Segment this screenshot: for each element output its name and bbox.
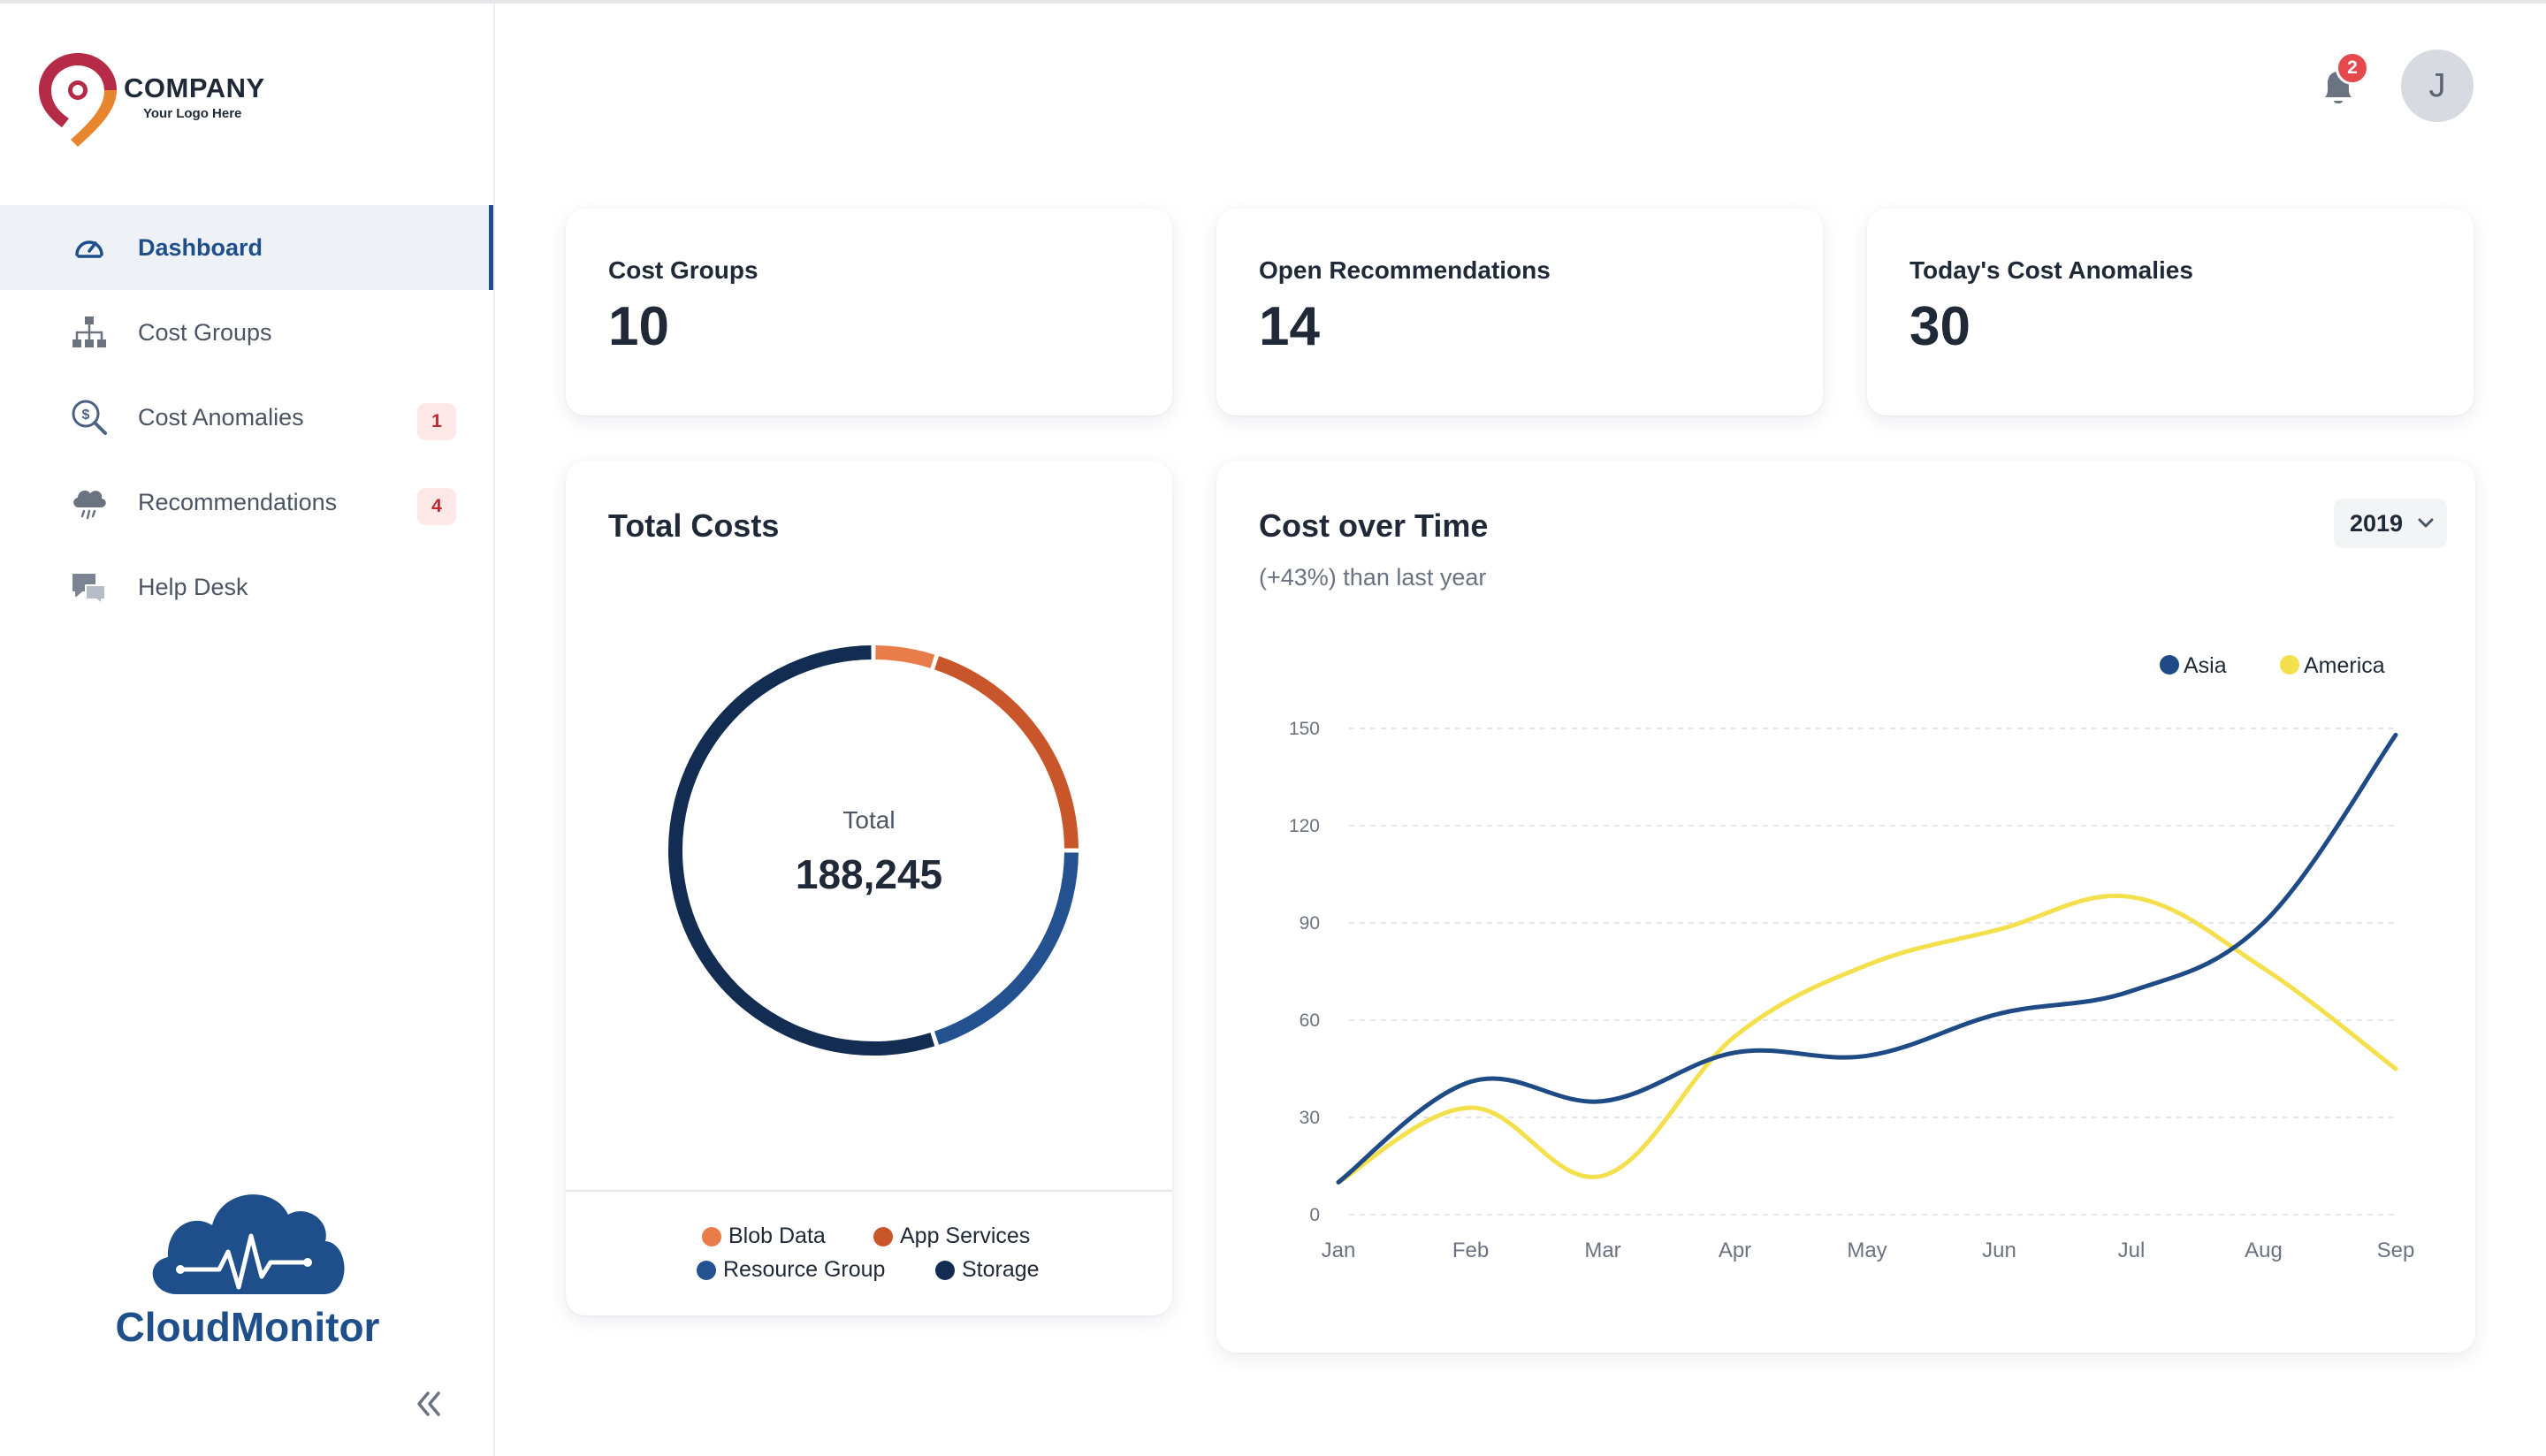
- legend-label: App Services: [900, 1223, 1031, 1248]
- x-tick-label: Sep: [2377, 1239, 2415, 1262]
- sidebar-nav: Dashboard Cost Groups $ Cost Anomalies 1…: [0, 205, 493, 629]
- sidebar-item-cost-anomalies[interactable]: $ Cost Anomalies 1: [0, 375, 493, 460]
- recommendations-count-badge: 4: [417, 488, 456, 525]
- sidebar-item-label: Dashboard: [138, 233, 263, 261]
- legend-item-storage: Storage: [935, 1257, 1040, 1283]
- sidebar-item-cost-groups[interactable]: Cost Groups: [0, 290, 493, 375]
- x-tick-label: Jan: [1322, 1239, 1356, 1262]
- x-tick-label: Mar: [1584, 1239, 1620, 1262]
- y-tick-label: 150: [1289, 719, 1320, 739]
- company-tagline: Your Logo Here: [143, 106, 242, 121]
- y-tick-label: 30: [1300, 1108, 1320, 1128]
- stat-title: Open Recommendations: [1259, 256, 1551, 284]
- stat-title: Cost Groups: [608, 256, 758, 284]
- stat-value: 30: [1910, 296, 1970, 357]
- x-tick-label: Feb: [1452, 1239, 1489, 1262]
- x-tick-label: Jul: [2118, 1239, 2146, 1262]
- sidebar-item-recommendations[interactable]: Recommendations 4: [0, 460, 493, 545]
- pin-logo-icon: [39, 53, 117, 147]
- total-costs-card: Total Costs Total 188,245 Blob Data App …: [566, 461, 1172, 1315]
- svg-text:$: $: [82, 408, 90, 423]
- sidebar-item-dashboard[interactable]: Dashboard: [0, 205, 493, 290]
- sidebar-item-label: Cost Anomalies: [138, 403, 304, 431]
- y-tick-label: 120: [1289, 816, 1320, 836]
- open-recommendations-card[interactable]: Open Recommendations 14: [1216, 209, 1823, 415]
- legend-swatch: [935, 1260, 955, 1280]
- legend-label-america: America: [2304, 653, 2385, 678]
- x-tick-label: Apr: [1719, 1239, 1751, 1262]
- collapse-sidebar-button[interactable]: [408, 1384, 447, 1423]
- legend-item-blob-data: Blob Data: [702, 1223, 826, 1249]
- legend-label-asia: Asia: [2184, 653, 2227, 678]
- cloud-rain-icon: [69, 482, 110, 522]
- hierarchy-icon: [69, 312, 110, 353]
- cloud-pulse-icon: [152, 1194, 345, 1294]
- legend-label: Storage: [962, 1257, 1040, 1282]
- cost-groups-card[interactable]: Cost Groups 10: [566, 209, 1172, 415]
- x-tick-label: Aug: [2245, 1239, 2283, 1262]
- legend-swatch: [2160, 655, 2179, 675]
- y-tick-label: 0: [1309, 1205, 1320, 1225]
- legend-item-app-services: App Services: [873, 1223, 1030, 1249]
- card-title: Total Costs: [608, 507, 780, 544]
- cloudmonitor-logo: CloudMonitor: [88, 1170, 407, 1365]
- dollar-search-icon: $: [69, 397, 110, 438]
- donut-slice-blob-data: [875, 645, 935, 668]
- y-tick-label: 60: [1300, 1010, 1320, 1031]
- divider: [566, 1190, 1172, 1192]
- anomalies-count-badge: 1: [417, 403, 456, 440]
- user-avatar[interactable]: J: [2401, 50, 2474, 122]
- company-logo[interactable]: COMPANY Your Logo Here: [35, 48, 301, 154]
- gauge-icon: [69, 227, 110, 268]
- sidebar: COMPANY Your Logo Here Dashboard Cost Gr…: [0, 4, 495, 1456]
- chat-bubbles-icon: [69, 567, 110, 607]
- company-name: COMPANY: [124, 72, 265, 103]
- series-line-america: [1336, 894, 2398, 1185]
- legend-swatch: [2280, 655, 2299, 675]
- sidebar-item-label: Recommendations: [138, 488, 338, 515]
- cost-over-time-card: Cost over Time (+43%) than last year 201…: [1216, 461, 2475, 1353]
- legend-swatch: [697, 1260, 716, 1280]
- cost-anomalies-card[interactable]: Today's Cost Anomalies 30: [1867, 209, 2474, 415]
- stat-value: 10: [608, 296, 669, 357]
- stat-title: Today's Cost Anomalies: [1910, 256, 2193, 284]
- cost-over-time-line-chart: 0 30 60 90 120 150 Jan Feb Mar Apr May Jun Jul Aug Sep…: [1289, 653, 2415, 1262]
- x-tick-label: Jun: [1982, 1239, 2016, 1262]
- notification-count-badge: 2: [2336, 51, 2369, 85]
- stat-value: 14: [1259, 296, 1320, 357]
- legend-label: Resource Group: [723, 1257, 886, 1282]
- legend-swatch: [873, 1226, 893, 1246]
- sidebar-item-label: Help Desk: [138, 573, 248, 600]
- legend-swatch: [702, 1226, 721, 1246]
- y-tick-label: 90: [1300, 913, 1320, 934]
- double-chevron-left-icon: [417, 1391, 440, 1416]
- legend-label: Blob Data: [728, 1223, 826, 1248]
- donut-center-value: 188,245: [795, 851, 943, 897]
- sidebar-item-help-desk[interactable]: Help Desk: [0, 545, 493, 629]
- product-name: CloudMonitor: [115, 1304, 380, 1350]
- x-tick-label: May: [1847, 1239, 1887, 1262]
- donut-center-label: Total: [842, 806, 896, 834]
- sidebar-item-label: Cost Groups: [138, 318, 272, 346]
- legend-item-resource-group: Resource Group: [697, 1257, 885, 1283]
